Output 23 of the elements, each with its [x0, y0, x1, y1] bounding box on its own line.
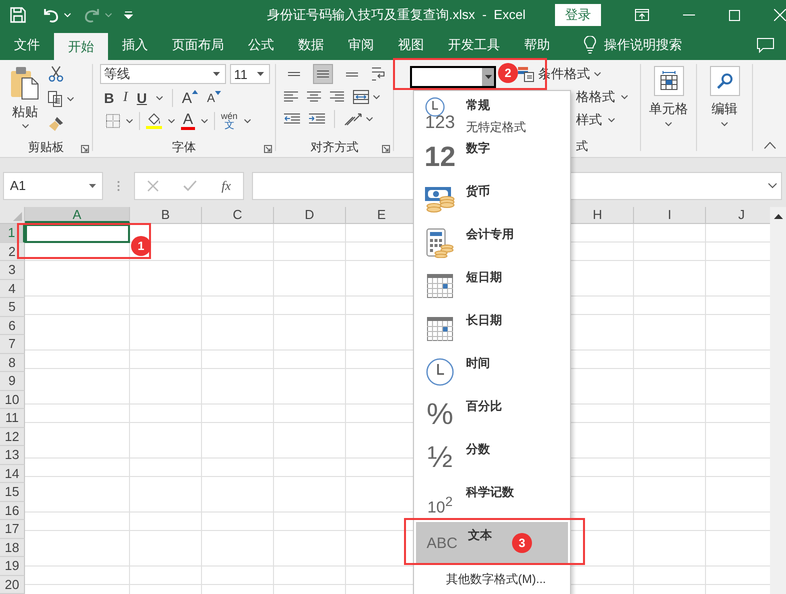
format-label: 短日期	[466, 269, 502, 286]
format-label: 文本	[468, 527, 492, 544]
number-glyph: 12	[424, 140, 456, 172]
format-description: 无特定格式	[466, 119, 526, 136]
format-glyph: ABC	[426, 535, 458, 552]
format-label: 时间	[466, 355, 490, 372]
format-label: 会计专用	[466, 226, 514, 243]
group-label: 对齐方式	[310, 138, 358, 156]
format-label: 百分比	[466, 398, 502, 415]
group-label: 式	[576, 138, 588, 154]
group-label: 剪贴板	[28, 138, 64, 156]
window-title: 身份证号码输入技巧及重复查询.xlsx - Excel	[267, 6, 527, 24]
number-glyph: 123	[424, 112, 456, 130]
format-label: 科学记数	[466, 484, 514, 501]
format-label: 货币	[466, 183, 490, 200]
format-glyph: ½	[427, 440, 453, 474]
format-label: 数字	[466, 140, 490, 157]
format-glyph: %	[426, 398, 454, 432]
format-glyph: 10$^{2}$	[427, 494, 453, 518]
format-label: 分数	[466, 441, 490, 458]
format-label: 长日期	[466, 312, 502, 329]
format-label: 常规	[466, 97, 491, 114]
group-label: 字体	[172, 138, 196, 156]
